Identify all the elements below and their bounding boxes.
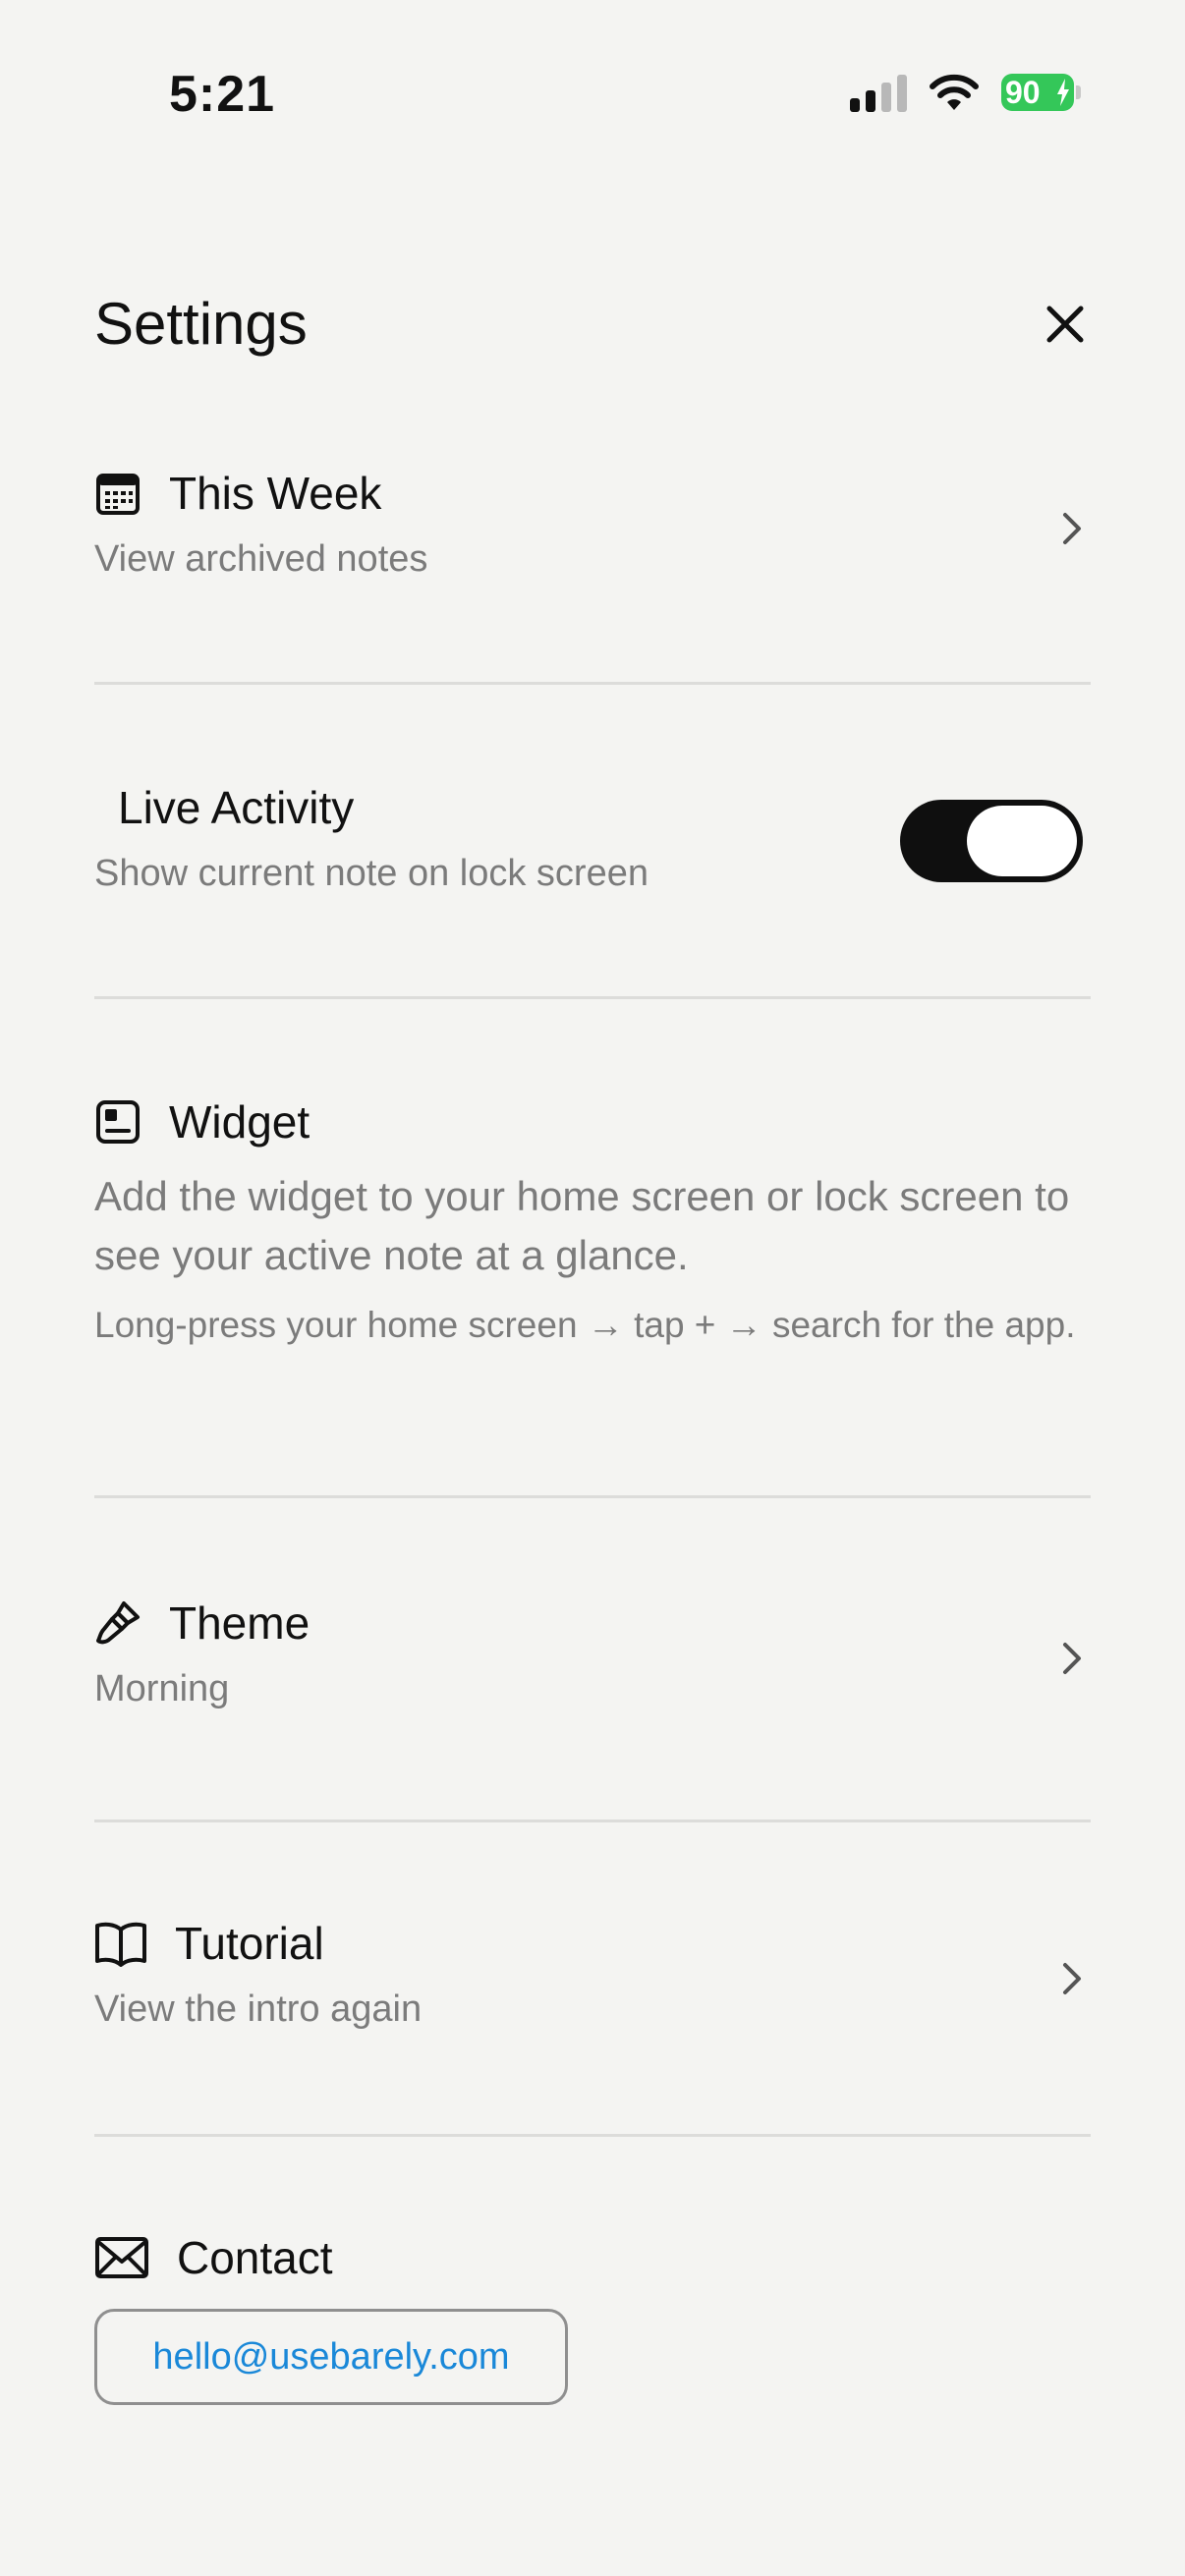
- divider: [94, 682, 1091, 685]
- live-activity-title: Live Activity: [118, 782, 355, 833]
- status-icons: 90: [850, 73, 1081, 112]
- divider: [94, 2134, 1091, 2137]
- chevron-right-icon: [1063, 1963, 1081, 1994]
- battery-icon: 90: [1001, 74, 1081, 111]
- widget-hint: Long-press your home screen → tap + → se…: [94, 1305, 1076, 1345]
- status-time: 5:21: [169, 66, 276, 123]
- chevron-right-icon: [1063, 513, 1081, 544]
- charging-bolt-icon: [1057, 79, 1069, 106]
- widget-description: Add the widget to your home screen or lo…: [94, 1173, 1070, 1278]
- close-icon[interactable]: [1040, 299, 1091, 350]
- tutorial-subtitle: View the intro again: [94, 1988, 423, 2030]
- divider: [94, 1820, 1091, 1822]
- widget-row: Widget Add the widget to your home scree…: [94, 1092, 1091, 1348]
- paintbrush-icon: [96, 1601, 140, 1645]
- calendar-icon: [96, 474, 140, 515]
- this-week-subtitle: View archived notes: [94, 538, 428, 580]
- page-title: Settings: [94, 291, 308, 357]
- live-activity-toggle[interactable]: [900, 800, 1083, 882]
- widget-title: Widget: [169, 1096, 310, 1148]
- contact-email-button[interactable]: hello@usebarely.com: [94, 2309, 568, 2405]
- this-week-row[interactable]: This Week View archived notes: [94, 464, 1091, 601]
- theme-subtitle: Morning: [94, 1668, 230, 1709]
- tutorial-title: Tutorial: [175, 1918, 324, 1969]
- envelope-icon: [95, 2237, 148, 2278]
- battery-level: 90: [1005, 75, 1041, 110]
- divider: [94, 1495, 1091, 1498]
- toggle-knob: [967, 806, 1077, 876]
- theme-title: Theme: [169, 1597, 310, 1649]
- settings-header: Settings: [94, 285, 1091, 364]
- chevron-right-icon: [1063, 1643, 1081, 1674]
- contact-title: Contact: [177, 2232, 333, 2283]
- live-activity-row: Live Activity Show current note on lock …: [94, 778, 1091, 916]
- status-bar: 5:21 90: [0, 0, 1185, 196]
- book-icon: [95, 1922, 146, 1967]
- widget-icon: [96, 1100, 140, 1144]
- cellular-signal-icon: [850, 73, 907, 112]
- tutorial-row[interactable]: Tutorial View the intro again: [94, 1914, 1091, 2051]
- contact-row: Contact hello@usebarely.com: [94, 2228, 1091, 2405]
- wifi-icon: [930, 74, 979, 110]
- this-week-title: This Week: [169, 468, 382, 519]
- theme-row[interactable]: Theme Morning: [94, 1594, 1091, 1731]
- divider: [94, 996, 1091, 999]
